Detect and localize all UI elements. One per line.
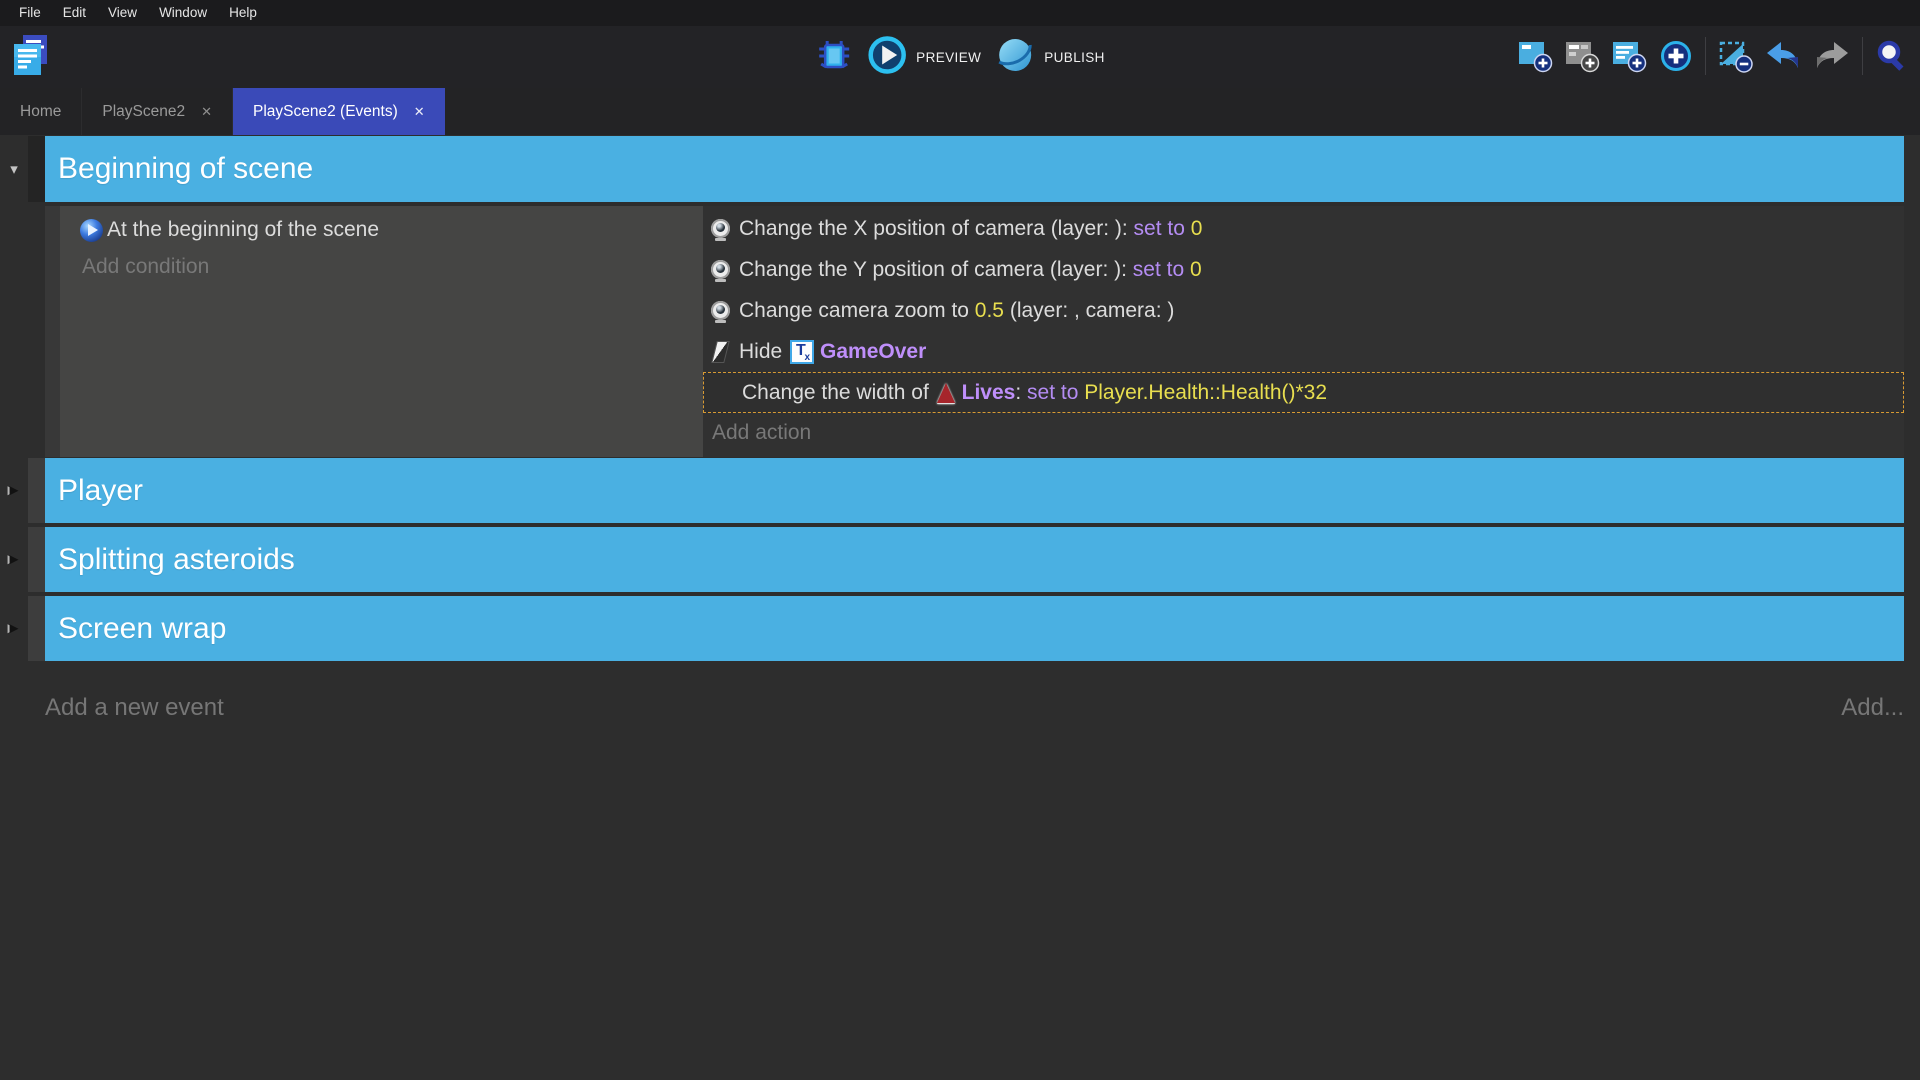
- actions-column: Change the X position of camera (layer: …: [703, 206, 1904, 457]
- group-gap: [0, 523, 1920, 526]
- action-text-segment: Change the Y position of camera (layer: …: [739, 258, 1133, 282]
- undo-icon[interactable]: [1764, 39, 1802, 73]
- add-action-button[interactable]: Add action: [703, 421, 1904, 445]
- search-icon[interactable]: [1874, 39, 1910, 73]
- camera-icon: [711, 219, 730, 238]
- menu-item-file[interactable]: File: [8, 0, 52, 26]
- redo-icon[interactable]: [1813, 39, 1851, 73]
- action-row[interactable]: Change the Y position of camera (layer: …: [703, 249, 1904, 290]
- tab-playscene2[interactable]: PlayScene2 ✕: [82, 88, 233, 135]
- publish-label: PUBLISH: [1044, 50, 1105, 65]
- event-group-bar[interactable]: Player: [45, 458, 1904, 523]
- action-text-segment: GameOver: [820, 340, 926, 364]
- action-text-segment: set to: [1134, 217, 1191, 241]
- group-gap: [0, 661, 1920, 664]
- event-group-row: ▾ Beginning of scene: [0, 136, 1904, 202]
- event-group-title: Beginning of scene: [45, 152, 313, 186]
- group-gap: [0, 592, 1920, 595]
- publish-button[interactable]: PUBLISH: [995, 35, 1105, 80]
- tab-label: Home: [20, 103, 61, 121]
- events-toolbar-icons: [1517, 37, 1910, 75]
- tab-label: PlayScene2 (Events): [253, 103, 398, 121]
- action-text-segment: Change the width of: [742, 381, 935, 405]
- event-group-title: Screen wrap: [45, 612, 226, 646]
- ship-object-icon: [937, 383, 955, 403]
- preview-label: PREVIEW: [916, 50, 981, 65]
- event-group-bar[interactable]: Beginning of scene: [45, 136, 1904, 202]
- tab-home[interactable]: Home: [0, 88, 82, 135]
- event-row: At the beginning of the scene Add conditi…: [45, 206, 1904, 457]
- expand-arrow-icon[interactable]: ►: [0, 596, 28, 661]
- action-text-segment: 0.5: [975, 299, 1004, 323]
- expand-arrow-icon[interactable]: ►: [0, 527, 28, 592]
- add-condition-button[interactable]: Add condition: [60, 255, 703, 279]
- menu-bar: FileEditViewWindowHelp: [0, 0, 1920, 26]
- action-text-segment: Lives: [962, 381, 1016, 405]
- project-manager-icon[interactable]: [10, 33, 52, 86]
- expand-arrow-icon[interactable]: ►: [0, 458, 28, 523]
- add-new-event-button[interactable]: Add a new event: [45, 694, 224, 722]
- add-event-icon[interactable]: [1517, 39, 1553, 73]
- delete-selection-icon[interactable]: [1717, 39, 1753, 73]
- toolbar: PREVIEW PUBLISH: [0, 26, 1920, 88]
- publish-globe-icon: [995, 35, 1035, 80]
- action-text-segment: 0: [1190, 258, 1202, 282]
- event-group-title: Player: [45, 474, 143, 508]
- action-text-segment: Player.Health::Health()*32: [1084, 381, 1327, 405]
- group-indent-strip: [28, 136, 45, 202]
- event-group-title: Splitting asteroids: [45, 543, 295, 577]
- action-text-segment: set to: [1027, 381, 1084, 405]
- tab-bar: Home PlayScene2 ✕ PlayScene2 (Events) ✕: [0, 88, 1920, 135]
- preview-button[interactable]: PREVIEW: [867, 35, 981, 80]
- tab-label: PlayScene2: [102, 103, 185, 121]
- action-row[interactable]: Change camera zoom to 0.5 (layer: , came…: [703, 290, 1904, 331]
- action-text-segment: Hide: [739, 340, 788, 364]
- camera-icon: [711, 260, 730, 279]
- debug-icon[interactable]: [815, 35, 853, 80]
- group-indent-strip: [28, 458, 45, 523]
- action-text-segment: set to: [1133, 258, 1190, 282]
- event-sheet: ▾ Beginning of scene At the beginning of t…: [0, 135, 1920, 1080]
- action-text-segment: Change camera zoom to: [739, 299, 975, 323]
- action-row[interactable]: Change the X position of camera (layer: …: [703, 208, 1904, 249]
- menu-item-view[interactable]: View: [97, 0, 148, 26]
- event-group-row: ► Splitting asteroids: [0, 527, 1904, 592]
- hide-icon: [711, 341, 729, 363]
- collapse-arrow-icon[interactable]: ▾: [0, 136, 28, 202]
- menu-item-help[interactable]: Help: [218, 0, 268, 26]
- action-text-segment: :: [1015, 381, 1027, 405]
- add-more-icon[interactable]: [1658, 39, 1694, 73]
- scene-start-icon: [80, 219, 103, 242]
- action-row[interactable]: Hide GameOver: [703, 331, 1904, 372]
- camera-icon: [711, 301, 730, 320]
- condition-row[interactable]: At the beginning of the scene: [60, 211, 703, 249]
- tab-close-icon[interactable]: ✕: [201, 104, 212, 120]
- toolbar-separator: [1862, 37, 1863, 75]
- event-group-row: ► Screen wrap: [0, 596, 1904, 661]
- conditions-panel: At the beginning of the scene Add conditi…: [60, 206, 703, 457]
- action-text-segment: Change the X position of camera (layer: …: [739, 217, 1134, 241]
- tab-close-icon[interactable]: ✕: [414, 104, 425, 120]
- event-group-bar[interactable]: Screen wrap: [45, 596, 1904, 661]
- event-indent-strip: [45, 206, 60, 457]
- menu-item-window[interactable]: Window: [148, 0, 218, 26]
- add-comment-icon[interactable]: [1611, 39, 1647, 73]
- action-row[interactable]: Change the width of Lives: set to Player…: [703, 372, 1904, 413]
- add-subevent-icon[interactable]: [1564, 39, 1600, 73]
- preview-play-icon: [867, 35, 907, 80]
- action-text-segment: 0: [1191, 217, 1203, 241]
- text-object-icon: [790, 340, 814, 364]
- tab-playscene2-events-[interactable]: PlayScene2 (Events) ✕: [233, 88, 445, 135]
- event-group-row: ► Player: [0, 458, 1904, 523]
- event-group-bar[interactable]: Splitting asteroids: [45, 527, 1904, 592]
- action-text-segment: (layer: , camera: ): [1004, 299, 1174, 323]
- condition-text: At the beginning of the scene: [107, 218, 379, 242]
- group-indent-strip: [28, 527, 45, 592]
- menu-item-edit[interactable]: Edit: [52, 0, 97, 26]
- toolbar-separator: [1705, 37, 1706, 75]
- add-more-button[interactable]: Add...: [1841, 694, 1904, 722]
- group-indent-strip: [28, 596, 45, 661]
